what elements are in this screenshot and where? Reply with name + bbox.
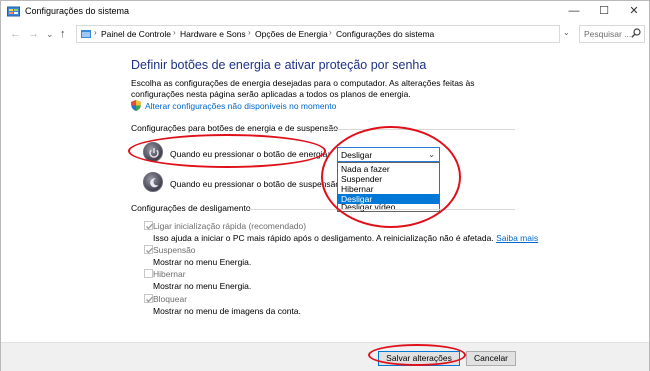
fast-startup-checkbox[interactable] <box>144 221 153 230</box>
breadcrumb-separator: › <box>94 28 97 37</box>
maximize-button[interactable]: ☐ <box>589 1 619 23</box>
section-divider <box>325 129 515 130</box>
control-panel-icon <box>7 6 20 18</box>
dropdown-option-sleep[interactable]: Suspender <box>338 174 439 184</box>
change-unavailable-settings-link[interactable]: Alterar configurações não disponíveis no… <box>145 101 336 111</box>
sleep-menu-checkbox[interactable] <box>144 245 153 254</box>
forward-arrow-icon[interactable]: → <box>28 27 39 41</box>
folder-icon <box>81 29 91 38</box>
breadcrumb-power-options[interactable]: Opções de Energia <box>255 29 328 39</box>
breadcrumb-separator: › <box>248 28 251 37</box>
minimize-button[interactable]: — <box>559 1 589 23</box>
dropdown-option-turn-off-display[interactable]: Desligar vídeo <box>338 202 439 212</box>
fast-startup-description-text: Isso ajuda a iniciar o PC mais rápido ap… <box>153 233 494 243</box>
breadcrumb-separator: › <box>173 28 176 37</box>
section-divider <box>249 209 515 210</box>
search-box[interactable]: Pesquisar ... <box>579 25 645 43</box>
chevron-down-icon[interactable]: ⌄ <box>428 150 435 159</box>
power-button-icon <box>143 142 163 162</box>
save-changes-button[interactable]: Salvar alterações <box>378 351 460 366</box>
dropdown-option-nothing[interactable]: Nada a fazer <box>338 164 439 174</box>
sleep-button-label: Quando eu pressionar o botão de suspensã… <box>170 179 343 189</box>
control-panel-window: Configurações do sistema — ☐ ✕ ← → ⌄ ↑ ›… <box>0 0 650 371</box>
page-description: Escolha as configurações de energia dese… <box>131 78 475 99</box>
sleep-menu-description: Mostrar no menu Energia. <box>153 257 252 267</box>
breadcrumb-control-panel[interactable]: Painel de Controle <box>101 29 171 39</box>
sleep-button-icon <box>143 172 163 192</box>
sleep-menu-label: Suspensão <box>153 245 196 255</box>
lock-menu-description: Mostrar no menu de imagens da conta. <box>153 306 301 316</box>
back-arrow-icon[interactable]: ← <box>10 27 21 41</box>
search-icon[interactable] <box>631 28 641 38</box>
shutdown-section-title: Configurações de desligamento <box>131 203 251 213</box>
lock-menu-checkbox[interactable] <box>144 294 153 303</box>
hibernate-menu-description: Mostrar no menu Energia. <box>153 281 252 291</box>
hibernate-menu-checkbox[interactable] <box>144 269 153 278</box>
uac-shield-icon <box>131 100 141 111</box>
learn-more-link[interactable]: Saiba mais <box>496 233 538 243</box>
fast-startup-label: Ligar inicialização rápida (recomendado) <box>153 221 307 231</box>
navigation-bar: ← → ⌄ ↑ › Painel de Controle › Hardware … <box>1 23 649 45</box>
recent-locations-icon[interactable]: ⌄ <box>46 27 54 41</box>
title-bar: Configurações do sistema — ☐ ✕ <box>1 1 649 23</box>
window-title: Configurações do sistema <box>25 6 130 16</box>
dropdown-option-hibernate[interactable]: Hibernar <box>338 184 439 194</box>
cancel-button[interactable]: Cancelar <box>466 351 516 366</box>
power-action-selected-value: Desligar <box>341 150 373 160</box>
close-button[interactable]: ✕ <box>619 1 649 23</box>
lock-menu-label: Bloquear <box>153 294 188 304</box>
footer-bar: Salvar alterações Cancelar <box>1 342 649 371</box>
address-history-dropdown-icon[interactable]: ⌄ <box>563 28 570 37</box>
hibernate-menu-label: Hibernar <box>153 269 186 279</box>
up-arrow-icon[interactable]: ↑ <box>60 27 66 41</box>
power-button-label: Quando eu pressionar o botão de energia: <box>170 149 330 159</box>
breadcrumb-separator: › <box>329 28 332 37</box>
page-title: Definir botões de energia e ativar prote… <box>131 58 427 72</box>
power-action-select[interactable]: Desligar ⌄ <box>337 147 440 162</box>
fast-startup-description: Isso ajuda a iniciar o PC mais rápido ap… <box>153 233 538 243</box>
breadcrumb-system-settings[interactable]: Configurações do sistema <box>336 29 434 39</box>
breadcrumb-hardware-sound[interactable]: Hardware e Sons <box>180 29 246 39</box>
power-action-dropdown-list: Nada a fazer Suspender Hibernar Desligar… <box>337 162 440 212</box>
search-input[interactable]: Pesquisar ... <box>584 29 631 39</box>
address-bar[interactable]: › Painel de Controle › Hardware e Sons ›… <box>76 25 560 43</box>
power-buttons-section-title: Configurações para botões de energia e d… <box>131 123 338 133</box>
